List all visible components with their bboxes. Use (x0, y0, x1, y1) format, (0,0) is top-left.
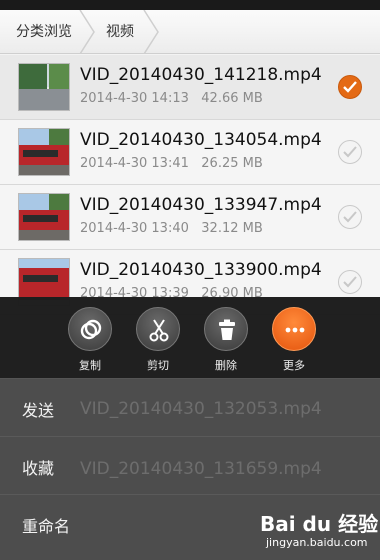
file-name: VID_20140430_134054.mp4 (80, 130, 322, 150)
video-thumbnail (18, 193, 70, 241)
menu-item-label: 重命名 (22, 517, 71, 536)
video-thumbnail (18, 63, 70, 111)
watermark-url: jingyan.baidu.com (266, 536, 368, 549)
scissors-icon (136, 307, 180, 351)
file-meta: 2014-4-30 13:41 26.25 MB (80, 156, 263, 171)
checkbox-checked-icon[interactable] (338, 75, 362, 99)
trash-icon (204, 307, 248, 351)
menu-item-favorite[interactable]: 收藏 (0, 437, 380, 495)
more-icon (272, 307, 316, 351)
watermark-brand: Bai du 经验 (260, 512, 379, 536)
breadcrumb: 分类浏览 视频 (0, 10, 380, 54)
delete-button[interactable]: 删除 (196, 307, 256, 373)
cut-label: 剪切 (147, 359, 169, 372)
file-meta: 2014-4-30 13:40 32.12 MB (80, 221, 263, 236)
action-bar: 复制 剪切 删除 更多 (0, 297, 380, 379)
checkbox-icon[interactable] (338, 270, 362, 294)
file-row[interactable]: VID_20140430_141218.mp4 2014-4-30 14:13 … (0, 55, 380, 120)
breadcrumb-item-category[interactable]: 分类浏览 (16, 10, 72, 54)
baidu-watermark-logo: Bai du 经验 jingyan.baidu.com (260, 502, 379, 556)
status-bar (0, 0, 380, 10)
copy-button[interactable]: 复制 (60, 307, 120, 373)
menu-item-send[interactable]: 发送 (0, 379, 380, 437)
file-name: VID_20140430_133947.mp4 (80, 195, 322, 215)
menu-item-label: 收藏 (22, 459, 55, 478)
delete-label: 删除 (215, 359, 237, 372)
more-label: 更多 (283, 359, 305, 372)
menu-item-label: 发送 (22, 401, 55, 420)
copy-icon (68, 307, 112, 351)
checkbox-icon[interactable] (338, 205, 362, 229)
file-row[interactable]: VID_20140430_133947.mp4 2014-4-30 13:40 … (0, 185, 380, 250)
breadcrumb-item-video[interactable]: 视频 (106, 10, 134, 54)
file-name: VID_20140430_133900.mp4 (80, 260, 322, 280)
file-name: VID_20140430_141218.mp4 (80, 65, 322, 85)
checkbox-icon[interactable] (338, 140, 362, 164)
breadcrumb-separator-icon (142, 10, 160, 54)
file-row[interactable]: VID_20140430_134054.mp4 2014-4-30 13:41 … (0, 120, 380, 185)
cut-button[interactable]: 剪切 (128, 307, 188, 373)
more-button[interactable]: 更多 (264, 307, 324, 373)
copy-label: 复制 (79, 359, 101, 372)
video-thumbnail (18, 128, 70, 176)
breadcrumb-separator-icon (78, 10, 96, 54)
file-meta: 2014-4-30 14:13 42.66 MB (80, 91, 263, 106)
